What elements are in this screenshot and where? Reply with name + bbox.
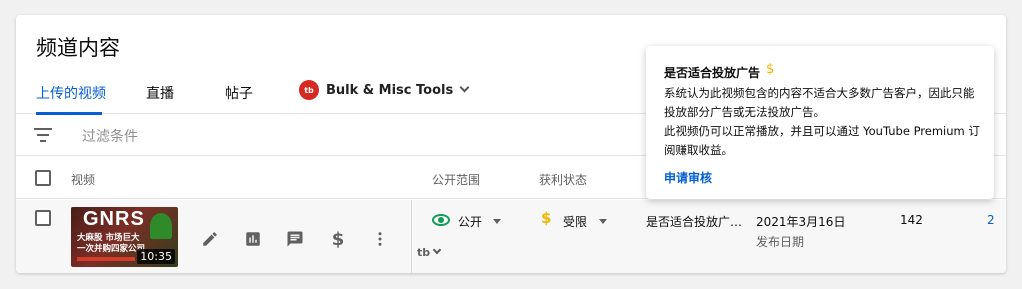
restriction-reason[interactable]: 是否适合投放广… xyxy=(646,213,742,230)
popup-body-paragraph: 此视频仍可以正常播放，并且可以通过 YouTube Premium 订阅赚取收益… xyxy=(664,124,980,157)
tab-live[interactable]: 直播 xyxy=(146,83,174,103)
tab-posts[interactable]: 帖子 xyxy=(225,83,253,103)
table-row: GNRS 大麻股 市场巨大 一次并购四家公司 10:35 $ 公开 tb $ 受… xyxy=(16,200,1006,273)
publish-date: 2021年3月16日 xyxy=(756,215,846,229)
popup-title: 是否适合投放广告 xyxy=(664,66,761,80)
publish-date-label: 发布日期 xyxy=(756,235,805,249)
view-count: 142 xyxy=(900,213,923,227)
row-divider xyxy=(411,200,412,273)
comment-count[interactable]: 2 xyxy=(987,213,995,227)
video-duration: 10:35 xyxy=(137,249,175,264)
tools-tab-label: Bulk & Misc Tools xyxy=(326,83,454,98)
dollar-icon: $ xyxy=(766,62,775,77)
more-vert-icon[interactable] xyxy=(369,228,391,250)
visibility-dropdown-icon[interactable] xyxy=(493,219,501,224)
popup-body: 系统认为此视频包含的内容不适合大多数广告客户，因此只能投放部分广告或无法投放广告… xyxy=(664,84,984,160)
tab-uploads[interactable]: 上传的视频 xyxy=(36,83,106,103)
chevron-down-icon xyxy=(459,82,470,93)
page-title: 频道内容 xyxy=(36,36,120,60)
tab-bulk-misc-tools[interactable]: Bulk & Misc Tools xyxy=(326,82,470,98)
cannabis-leaf-icon xyxy=(150,213,172,239)
video-thumbnail[interactable]: GNRS 大麻股 市场巨大 一次并购四家公司 10:35 xyxy=(71,207,178,267)
limited-dollar-icon: $ xyxy=(541,209,552,227)
request-review-link[interactable]: 申请审核 xyxy=(664,169,712,186)
row-checkbox[interactable] xyxy=(35,210,51,226)
filter-input[interactable]: 过滤条件 xyxy=(82,126,138,146)
column-header-video: 视频 xyxy=(71,173,96,187)
thumbnail-subtitle: 大麻股 市场巨大 一次并购四家公司 xyxy=(77,233,146,254)
monetization-value[interactable]: 受限 xyxy=(563,213,587,230)
dollar-icon[interactable]: $ xyxy=(327,228,349,250)
visibility-value[interactable]: 公开 xyxy=(458,213,482,230)
tubebuddy-logo-icon: tb xyxy=(299,80,319,100)
chevron-down-icon xyxy=(432,245,442,255)
ad-suitability-popup: 是否适合投放广告 $ 系统认为此视频包含的内容不适合大多数广告客户，因此只能投放… xyxy=(646,46,994,199)
tubebuddy-menu[interactable]: tb xyxy=(417,245,442,259)
filter-icon[interactable] xyxy=(34,128,52,142)
pencil-icon[interactable] xyxy=(199,228,221,250)
thumbnail-title: GNRS xyxy=(83,208,145,230)
monetization-dropdown-icon[interactable] xyxy=(599,219,607,224)
column-header-visibility[interactable]: 公开范围 xyxy=(432,171,480,188)
thumbnail-banner xyxy=(77,257,135,261)
eye-icon xyxy=(432,214,450,226)
select-all-checkbox[interactable] xyxy=(35,170,51,186)
comment-icon[interactable] xyxy=(284,228,306,250)
popup-body-paragraph: 系统认为此视频包含的内容不适合大多数广告客户，因此只能投放部分广告或无法投放广告… xyxy=(664,86,975,119)
bar-chart-icon[interactable] xyxy=(242,228,264,250)
column-header-monetization[interactable]: 获利状态 xyxy=(539,171,587,188)
